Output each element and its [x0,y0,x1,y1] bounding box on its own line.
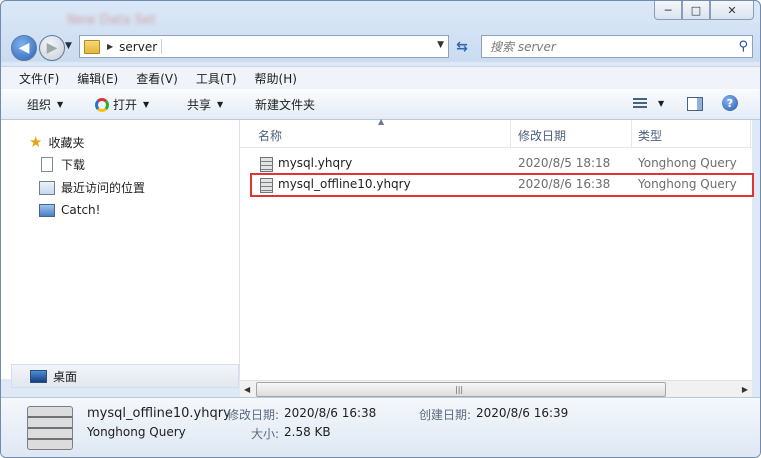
navigation-pane: ★ 收藏夹 下载 最近访问的位置 Catch! 桌面 [1,120,240,388]
column-modified[interactable]: 修改日期 [518,127,566,144]
new-folder-button[interactable]: 新建文件夹 [255,96,315,113]
desktop-icon [30,369,47,383]
file-row-highlighted[interactable]: mysql_offline10.yhqry 2020/8/6 16:38 Yon… [250,173,754,197]
scroll-left-icon[interactable]: ◀ [244,385,250,394]
menu-edit[interactable]: 编辑(E) [65,70,124,87]
back-arrow-icon[interactable]: ◀ [11,35,37,61]
details-created-label: 创建日期: [419,408,472,422]
catch-icon [39,203,55,217]
chevron-right-icon[interactable]: ▶ [107,42,113,51]
grip-icon: ||| [455,385,464,394]
details-size-label: 大小: [251,427,280,441]
nav-favorites[interactable]: ★ 收藏夹 [29,133,84,151]
details-modified-label: 修改日期: [227,408,280,422]
window-controls: ─ □ ✕ [654,1,754,20]
star-icon: ★ [29,133,43,151]
details-pane: mysql_offline10.yhqry Yonghong Query 修改日… [1,397,760,457]
nav-recent-label: 最近访问的位置 [61,181,146,195]
refresh-icon[interactable]: ⇆ [451,36,473,57]
nav-desktop[interactable]: 桌面 [11,364,239,388]
command-bar: 组织 ▼ 打开 ▼ 共享 ▼ 新建文件夹 ▼ ? [1,89,760,120]
sort-ascending-icon: ▲ [378,117,385,126]
column-divider[interactable] [750,120,751,147]
nav-recent-places[interactable]: 最近访问的位置 [39,179,145,196]
view-options-dropdown-icon[interactable]: ▼ [658,99,664,108]
file-list: ▲ 名称 修改日期 类型 mysql.yhqry 2020/8/5 18:18 … [240,117,754,396]
chevron-down-icon: ▼ [217,100,224,109]
organize-button[interactable]: 组织 ▼ [27,96,63,113]
chevron-down-icon: ▼ [57,100,64,109]
preview-pane-icon[interactable] [687,97,703,111]
scrollbar-thumb[interactable]: ||| [256,382,666,397]
close-button[interactable]: ✕ [710,1,754,20]
nav-downloads[interactable]: 下载 [41,156,85,173]
maximize-button[interactable]: □ [682,1,710,20]
open-button[interactable]: 打开 ▼ [95,96,149,113]
minimize-button[interactable]: ─ [654,1,682,20]
breadcrumb-server[interactable]: server [119,40,157,54]
column-type[interactable]: 类型 [638,127,662,144]
details-size-value: 2.58 KB [284,425,331,439]
details-created-value: 2020/8/6 16:39 [476,406,569,420]
nav-catch-label: Catch! [61,203,101,217]
menu-help[interactable]: 帮助(H) [243,70,303,87]
column-divider[interactable] [510,120,511,147]
change-view-icon[interactable] [633,98,647,110]
column-name[interactable]: 名称 [258,127,282,144]
navigation-row: ◀ ▶ ▼ ▶ server ▼ ⇆ ⚲ [1,33,760,61]
menu-bar: 文件(F) 编辑(E) 查看(V) 工具(T) 帮助(H) [1,66,760,90]
yhqry-file-icon [260,157,273,172]
column-header-row: ▲ 名称 修改日期 类型 [240,117,752,148]
organize-label: 组织 [27,98,52,112]
search-icon[interactable]: ⚲ [738,39,748,54]
recent-places-icon [39,180,55,195]
address-bar[interactable]: ▶ server ▼ [79,35,449,58]
nav-downloads-label: 下载 [61,158,86,172]
open-with-icon [95,97,109,112]
search-input[interactable] [482,36,722,57]
file-type: Yonghong Query [638,156,737,170]
title-bar: New Data Set ─ □ ✕ [1,1,760,33]
details-modified-value: 2020/8/6 16:38 [284,406,377,420]
menu-tools[interactable]: 工具(T) [184,70,243,87]
file-name: mysql.yhqry [278,156,353,170]
file-modified: 2020/8/6 16:38 [518,177,611,191]
downloads-icon [41,157,53,172]
horizontal-scrollbar[interactable]: ◀ ||| ▶ [240,380,752,398]
file-row[interactable]: mysql.yhqry 2020/8/5 18:18 Yonghong Quer… [252,154,752,174]
yhqry-file-large-icon [27,406,73,450]
nav-favorites-label: 收藏夹 [48,135,85,150]
nav-catch[interactable]: Catch! [39,203,100,217]
address-divider [161,39,163,54]
column-divider[interactable] [631,120,632,147]
open-label: 打开 [113,98,138,112]
explorer-window: New Data Set ─ □ ✕ ◀ ▶ ▼ ▶ server ▼ ⇆ ⚲ … [0,0,761,458]
help-icon[interactable]: ? [722,95,738,111]
file-modified: 2020/8/5 18:18 [518,156,611,170]
menu-file[interactable]: 文件(F) [1,70,65,87]
menu-view[interactable]: 查看(V) [124,70,184,87]
details-file-name: mysql_offline10.yhqry [87,406,231,421]
file-type: Yonghong Query [638,177,737,191]
recent-pages-dropdown-icon[interactable]: ▼ [65,41,72,51]
share-label: 共享 [187,98,212,112]
file-name: mysql_offline10.yhqry [278,177,411,191]
window-title: New Data Set [67,13,157,28]
nav-desktop-label: 桌面 [53,369,78,384]
folder-icon [84,39,100,54]
search-box[interactable]: ⚲ [481,35,753,58]
forward-arrow-icon[interactable]: ▶ [39,35,65,61]
new-folder-label: 新建文件夹 [255,98,316,112]
chevron-down-icon: ▼ [143,100,150,109]
details-file-type: Yonghong Query [87,425,186,439]
share-button[interactable]: 共享 ▼ [187,96,223,113]
yhqry-file-icon [260,178,273,193]
address-dropdown-icon[interactable]: ▼ [437,40,444,50]
scroll-right-icon[interactable]: ▶ [742,385,748,394]
